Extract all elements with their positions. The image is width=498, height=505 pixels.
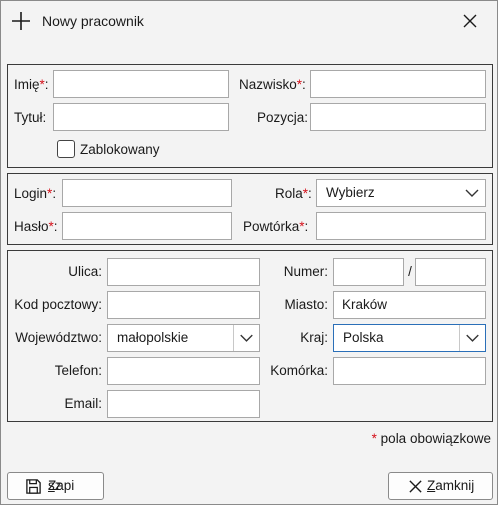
role-label: Rola*: <box>275 186 312 201</box>
street-input[interactable] <box>107 258 260 286</box>
city-input[interactable]: Kraków <box>333 291 486 319</box>
email-input[interactable] <box>107 390 260 418</box>
position-input[interactable] <box>310 103 486 131</box>
city-label: Miasto: <box>284 297 328 312</box>
blocked-checkbox[interactable] <box>57 140 75 158</box>
new-employee-dialog: Nowy pracownik Imię*: Nazwisko*: Tytuł: … <box>0 0 498 505</box>
voivodeship-label: Województwo: <box>15 330 102 345</box>
person-group: Imię*: Nazwisko*: Tytuł: Pozycja: Zablok… <box>7 64 493 168</box>
position-label: Pozycja: <box>257 110 309 125</box>
voivodeship-select-value: małopolskie <box>117 330 189 345</box>
chevron-down-icon <box>233 325 253 351</box>
save-button-label: Zapi s z <box>48 478 75 493</box>
country-label: Kraj: <box>300 330 328 345</box>
close-icon[interactable] <box>460 11 480 31</box>
plus-icon <box>12 12 30 30</box>
postal-code-input[interactable] <box>107 291 260 319</box>
titlebar: Nowy pracownik <box>1 1 497 41</box>
phone-label: Telefon: <box>54 363 102 378</box>
country-select[interactable]: Polska <box>333 324 486 352</box>
blocked-label: Zablokowany <box>80 142 160 157</box>
number-separator: / <box>408 264 412 279</box>
password-label: Hasło*: <box>14 219 58 234</box>
first-name-input[interactable] <box>53 70 229 98</box>
login-label: Login*: <box>14 186 57 201</box>
role-select-value: Wybierz <box>326 185 375 200</box>
required-fields-note: * pola obowiązkowe <box>371 431 491 446</box>
last-name-input[interactable] <box>310 70 486 98</box>
house-number-input[interactable] <box>333 258 404 286</box>
save-icon <box>26 479 41 494</box>
role-select[interactable]: Wybierz <box>316 179 486 207</box>
title-label: Tytuł: <box>14 110 47 125</box>
mobile-label: Komórka: <box>270 363 328 378</box>
first-name-label: Imię*: <box>14 77 49 92</box>
voivodeship-select[interactable]: małopolskie <box>107 324 260 352</box>
last-name-label: Nazwisko*: <box>239 77 306 92</box>
mobile-input[interactable] <box>333 357 486 385</box>
login-input[interactable] <box>62 179 232 207</box>
save-button[interactable]: Zapi s z <box>7 472 104 500</box>
number-label: Numer: <box>283 264 328 279</box>
repeat-password-input[interactable] <box>316 212 486 240</box>
postal-code-label: Kod pocztowy: <box>14 297 102 312</box>
close-button[interactable]: Zamknij <box>388 472 493 500</box>
phone-input[interactable] <box>107 357 260 385</box>
email-label: Email: <box>64 396 102 411</box>
country-select-value: Polska <box>343 330 384 345</box>
street-label: Ulica: <box>68 264 102 279</box>
close-icon <box>409 480 422 493</box>
window-title: Nowy pracownik <box>42 13 144 29</box>
account-group: Login*: Rola*: Wybierz Hasło*: Powtórka*… <box>7 173 493 245</box>
password-input[interactable] <box>62 212 232 240</box>
flat-number-input[interactable] <box>415 258 486 286</box>
address-group: Ulica: Numer: / Kod pocztowy: Miasto: Kr… <box>7 250 493 422</box>
chevron-down-icon <box>465 189 479 197</box>
close-button-label: Zamknij <box>427 478 475 493</box>
repeat-password-label: Powtórka*: <box>243 219 309 234</box>
chevron-down-icon <box>459 325 479 351</box>
title-input[interactable] <box>53 103 229 131</box>
